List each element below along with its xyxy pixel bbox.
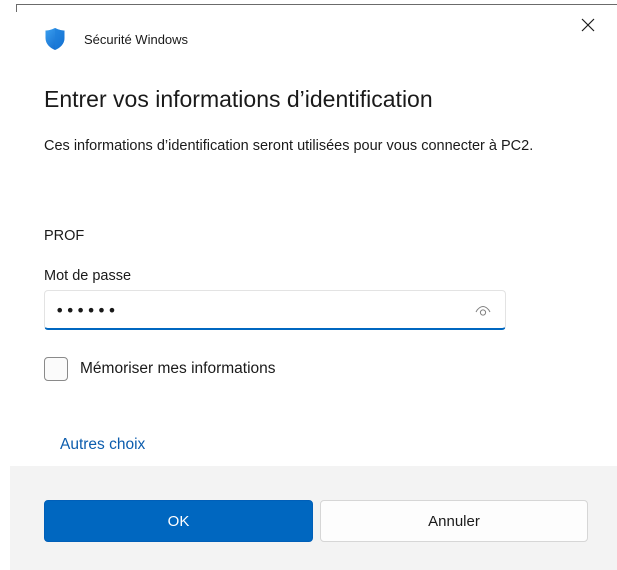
password-label: Mot de passe [44,268,132,284]
window-edge-tick [16,4,17,12]
windows-security-shield-icon [44,27,66,51]
cancel-button[interactable]: Annuler [320,500,588,542]
dialog-footer: OK Annuler [10,466,617,570]
dialog-heading: Entrer vos informations d’identification [44,86,433,112]
remember-option[interactable]: Mémoriser mes informations [44,356,276,382]
password-field[interactable]: •••••• [44,290,506,330]
close-icon [581,18,595,32]
remember-label: Mémoriser mes informations [80,360,276,377]
username-text: PROF [44,228,85,244]
ok-button[interactable]: OK [44,500,313,542]
reveal-password-button[interactable] [475,304,491,316]
eye-icon [475,305,491,316]
dialog-description: Ces informations d’identification seront… [44,138,534,154]
other-choices-link[interactable]: Autres choix [60,436,145,454]
close-button[interactable] [577,14,599,36]
window-top-edge [16,4,617,5]
dialog-header: Sécurité Windows [44,27,188,51]
remember-checkbox[interactable] [44,357,68,381]
password-value: •••••• [55,301,118,320]
app-title: Sécurité Windows [84,31,189,47]
credentials-dialog: Sécurité Windows Entrer vos informations… [0,0,617,570]
